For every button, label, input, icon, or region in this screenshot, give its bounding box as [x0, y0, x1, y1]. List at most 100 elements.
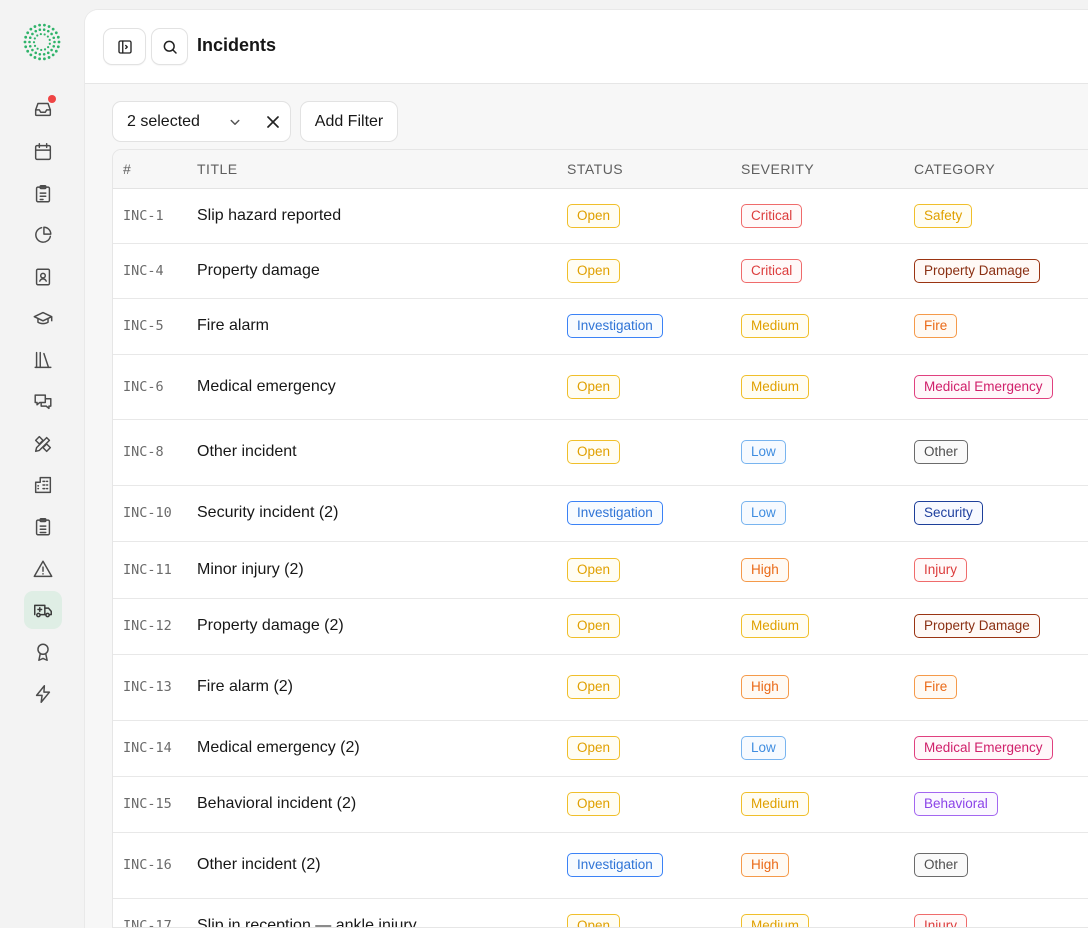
incident-id-cell: INC-11 [113, 541, 197, 599]
sidebar-item-messages[interactable] [24, 383, 62, 421]
severity-badge: Medium [741, 314, 810, 338]
table-row[interactable]: INC-12 Property damage (2) Open Medium Prope… [113, 598, 1088, 655]
clear-filter-icon[interactable] [263, 112, 283, 132]
status-badge: Open [567, 258, 621, 283]
sidebar-item-reports[interactable] [24, 216, 62, 254]
sidebar-item-checklists[interactable] [24, 175, 62, 213]
app-logo[interactable] [22, 22, 62, 62]
category-badge: Fire [914, 314, 958, 338]
status-cell: Open [567, 776, 741, 833]
incident-title-cell: Medical emergency [197, 354, 567, 420]
toggle-sidebar-button[interactable] [103, 28, 146, 65]
table-row[interactable]: INC-10 Security incident (2) Investigation… [113, 485, 1088, 542]
status-badge: Open [567, 792, 621, 816]
table-row[interactable]: INC-11 Minor injury (2) Open High Injury [113, 541, 1088, 599]
column-header-status[interactable]: STATUS [567, 150, 741, 189]
status-badge: Investigation [567, 853, 663, 877]
logo-dot [36, 34, 39, 37]
incident-id-cell: INC-1 [113, 188, 197, 244]
logo-dot [46, 35, 49, 38]
severity-badge: Critical [741, 258, 803, 283]
status-filter-select[interactable]: 2 selected [112, 101, 291, 142]
status-cell: Open [567, 188, 741, 244]
add-filter-button[interactable]: Add Filter [300, 101, 398, 142]
logo-dot [56, 45, 60, 49]
category-cell: Other [914, 419, 1088, 486]
category-badge: Fire [914, 675, 958, 699]
sidebar-item-facilities[interactable] [24, 466, 62, 504]
table-row[interactable]: INC-16 Other incident (2) Investigation Hig… [113, 832, 1088, 899]
logo-dot [46, 29, 50, 33]
logo-dot [24, 35, 28, 39]
table-row[interactable]: INC-15 Behavioral incident (2) Open Medium B… [113, 776, 1088, 833]
clipboard-list-icon [35, 518, 51, 536]
incident-title-cell: Property damage [197, 243, 567, 299]
incident-title-cell: Other incident [197, 419, 567, 486]
logo-dot [53, 40, 56, 44]
table-row[interactable]: INC-4 Property damage Open Critical Property… [113, 243, 1088, 299]
column-header-severity[interactable]: SEVERITY [741, 150, 914, 189]
sidebar-item-contacts[interactable] [24, 258, 62, 296]
table-row[interactable]: INC-14 Medical emergency (2) Open Low Medica… [113, 720, 1088, 777]
sidebar-item-training[interactable] [24, 300, 62, 338]
logo-dot [47, 25, 51, 28]
logo-dot [33, 56, 37, 59]
table-row[interactable]: INC-1 Slip hazard reported Open Critical Saf… [113, 188, 1088, 244]
incident-id-cell: INC-12 [113, 598, 197, 655]
severity-cell: Medium [741, 776, 914, 833]
status-cell: Open [567, 419, 741, 486]
sidebar-item-certifications[interactable] [24, 633, 62, 671]
sidebar-item-audits[interactable] [24, 508, 62, 546]
column-header-category[interactable]: CATEGORY [914, 150, 1088, 189]
logo-dot [47, 46, 50, 49]
sidebar-item-automations[interactable] [24, 675, 62, 713]
logo-dot [31, 48, 34, 52]
table-row[interactable]: INC-13 Fire alarm (2) Open High Fire [113, 654, 1088, 721]
category-badge: Medical Emergency [914, 736, 1053, 760]
sidebar-item-tools[interactable] [24, 425, 62, 463]
sidebar-item-calendar[interactable] [24, 133, 62, 171]
incident-id-cell: INC-6 [113, 354, 197, 420]
severity-cell: Low [741, 485, 914, 542]
logo-dot [28, 36, 32, 40]
status-badge: Open [567, 440, 621, 464]
pencil-ruler-icon [34, 435, 52, 453]
incident-title-cell: Slip hazard reported [197, 188, 567, 244]
logo-dot [52, 36, 56, 40]
status-cell: Investigation [567, 832, 741, 899]
incident-id-cell: INC-14 [113, 720, 197, 777]
logo-dot [38, 57, 41, 61]
table-row[interactable]: INC-8 Other incident Open Low Other [113, 419, 1088, 486]
category-cell: Injury [914, 541, 1088, 599]
severity-badge: High [741, 675, 789, 699]
incidents-table-container: # TITLE STATUS SEVERITY CATEGORY INC-1 Sl… [112, 149, 1088, 928]
column-header-title[interactable]: TITLE [197, 150, 567, 189]
logo-dot [38, 23, 41, 27]
category-cell: Behavioral [914, 776, 1088, 833]
logo-dot [51, 27, 55, 31]
search-button[interactable] [151, 28, 188, 65]
sidebar-item-inbox[interactable] [24, 90, 62, 128]
severity-badge: High [741, 557, 789, 582]
incident-title-cell: Other incident (2) [197, 832, 567, 899]
category-badge: Safety [914, 203, 973, 228]
table-row[interactable]: INC-6 Medical emergency Open Medium Medical … [113, 354, 1088, 420]
category-badge: Behavioral [914, 792, 998, 816]
logo-dot [43, 33, 46, 36]
incident-title-cell: Minor injury (2) [197, 541, 567, 599]
sidebar-item-incidents[interactable] [24, 591, 62, 629]
incident-id-cell: INC-5 [113, 298, 197, 355]
status-cell: Open [567, 354, 741, 420]
incident-title-cell: Property damage (2) [197, 598, 567, 655]
severity-cell: Low [741, 720, 914, 777]
severity-badge: Low [741, 501, 786, 525]
sidebar-item-hazards[interactable] [24, 550, 62, 588]
table-row[interactable]: INC-5 Fire alarm Investigation Medium Fire [113, 298, 1088, 355]
category-cell: Injury [914, 898, 1088, 927]
logo-dot [43, 57, 46, 61]
table-row[interactable]: INC-17 Slip in reception — ankle injury Op… [113, 898, 1088, 927]
column-header-number[interactable]: # [113, 150, 197, 189]
category-badge: Other [914, 853, 968, 877]
sidebar-item-library[interactable] [24, 341, 62, 379]
incident-id-cell: INC-16 [113, 832, 197, 899]
